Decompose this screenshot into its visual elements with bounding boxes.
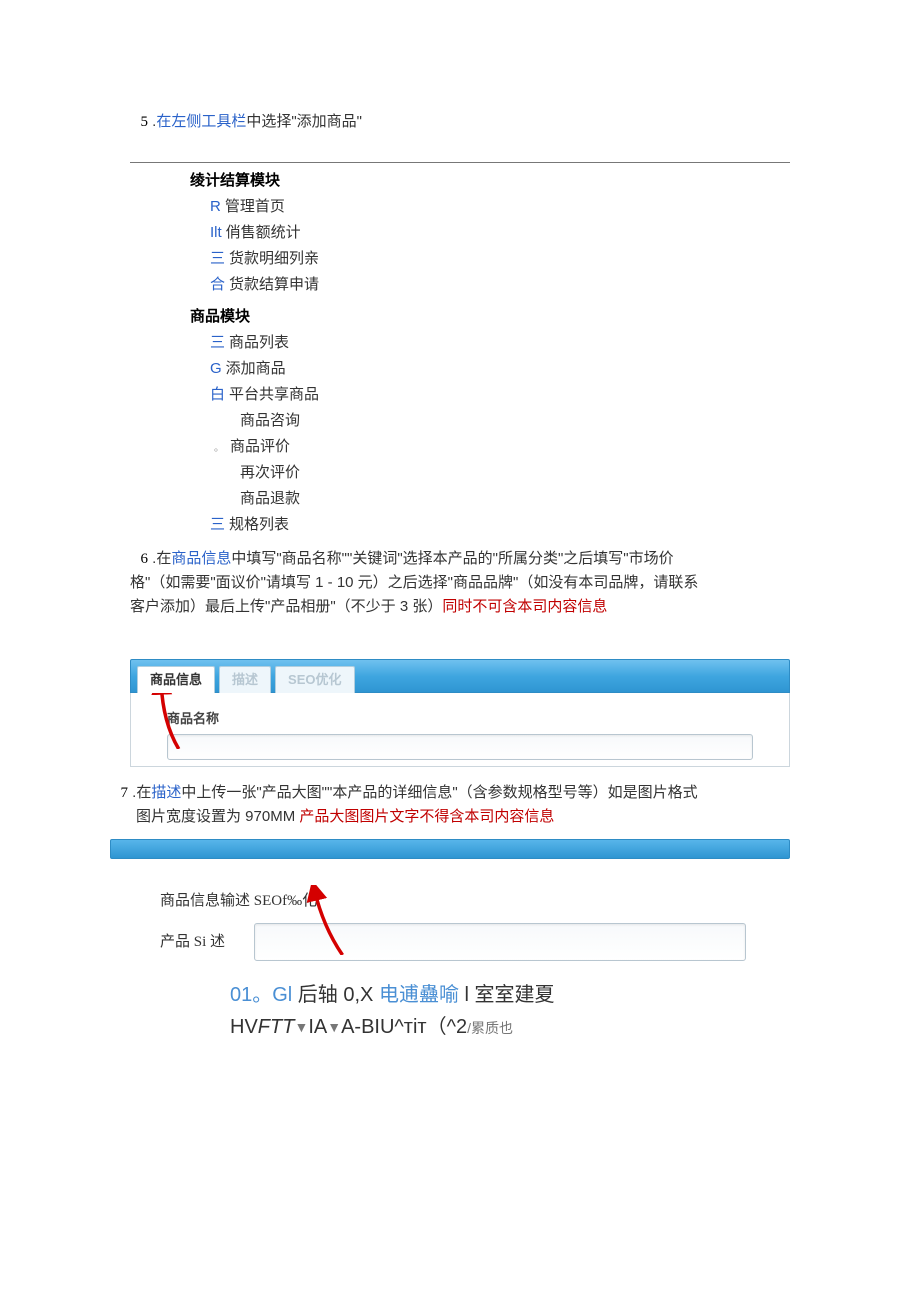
product-info-tabs: 商品信息 描述 SEO优化 商品名称	[130, 659, 790, 767]
sidebar-item-label: 货款明细列亲	[229, 250, 319, 267]
sidebar-item-label: 商品评价	[230, 438, 290, 455]
sidebar-item-add-product[interactable]: G添加商品	[190, 357, 790, 381]
dropdown-icon: ▼	[327, 1019, 341, 1035]
step-7-number: 7	[110, 781, 128, 805]
menu-icon: Ilt	[210, 224, 222, 241]
sidebar-subitem-consult[interactable]: 商品咨询	[190, 409, 790, 433]
sidebar-group-title: 绫计结算模块	[190, 169, 790, 193]
sidebar-item-admin-home[interactable]: R管理首页	[190, 195, 790, 219]
dropdown-icon: ▼	[294, 1019, 308, 1035]
step-5-number: 5	[130, 110, 148, 134]
sidebar-item-label: 货款结算申请	[229, 276, 319, 293]
tabs-bar: 商品信息 描述 SEO优化	[130, 659, 790, 693]
menu-icon: 三	[210, 516, 225, 533]
tab-seo[interactable]: SEO优化	[275, 666, 354, 693]
tab-description[interactable]: 描述	[219, 666, 271, 693]
step-7: 7 .在描述中上传一张"产品大图""本产品的详细信息"（含参数规格型号等）如是图…	[110, 781, 790, 829]
toolbar-text: 后轴 0,X	[292, 984, 379, 1006]
product-desc-label: 产品 Si 述	[160, 930, 250, 954]
sidebar-item-product-list[interactable]: 三商品列表	[190, 331, 790, 355]
sidebar-subitem-review[interactable]: 。商品评价	[190, 435, 790, 459]
sidebar-item-label: 添加商品	[226, 360, 286, 377]
sidebar-subitem-refund[interactable]: 商品退款	[190, 487, 790, 511]
toolbar-text: IU^тiт	[374, 1016, 426, 1038]
sidebar-item-label: 俏售额统计	[226, 224, 301, 241]
sidebar-item-label: 管理首页	[225, 198, 285, 215]
menu-icon: 合	[210, 276, 225, 293]
sidebar-item-settlement-apply[interactable]: 合货款结算申请	[190, 273, 790, 297]
sidebar-item-label: 再次评价	[240, 464, 300, 481]
toolbar-text: l 室室建夏	[459, 984, 555, 1006]
toolbar-text-italic: FTT	[258, 1016, 295, 1038]
toolbar-text: IA	[308, 1016, 327, 1038]
step-6-number: 6	[130, 547, 148, 571]
blue-header-bar	[110, 839, 790, 859]
step-6-warning: 同时不可含本司内容信息	[442, 598, 607, 615]
sidebar-group-title: 商品模块	[190, 305, 790, 329]
step-7-warning: 产品大图图片文字不得含本司内容信息	[299, 808, 554, 825]
sidebar-screenshot: 绫计结算模块 R管理首页 Ilt俏售额统计 三货款明细列亲 合货款结算申请 商品…	[130, 169, 790, 537]
menu-icon: R	[210, 198, 221, 215]
menu-icon: 白	[210, 386, 225, 403]
menu-icon: 三	[210, 250, 225, 267]
sidebar-item-label: 平台共享商品	[229, 386, 319, 403]
toolbar-text: 电逋蠱喻	[379, 984, 459, 1006]
step-5: 5 .在左侧工具栏中选择"添加商品"	[130, 110, 790, 134]
product-name-label: 商品名称	[167, 709, 775, 730]
toolbar-text: （^2	[427, 1016, 468, 1038]
menu-icon: 三	[210, 334, 225, 351]
toolbar-text: /累质也	[467, 1020, 513, 1036]
rich-text-toolbar: 01。Gl 后轴 0,X 电逋蠱喻 l 室室建夏 HVFTT▼IA▼A-BIU^…	[230, 979, 790, 1043]
sidebar-item-label: 商品列表	[229, 334, 289, 351]
sidebar-item-spec-list[interactable]: 三规格列表	[190, 513, 790, 537]
tab-product-info[interactable]: 商品信息	[137, 666, 215, 693]
editor-area: 产品 Si 述	[160, 923, 790, 961]
step-7-link: 描述	[151, 784, 181, 801]
editor-tabs-text: 商品信息输述 SEOf‰化	[160, 889, 790, 913]
arrow-annotation-icon	[290, 885, 360, 955]
toolbar-text: HV	[230, 1016, 258, 1038]
divider	[130, 162, 790, 163]
sidebar-subitem-re-review[interactable]: 再次评价	[190, 461, 790, 485]
toolbar-text: 01。Gl	[230, 984, 292, 1006]
sidebar-item-payment-detail[interactable]: 三货款明细列亲	[190, 247, 790, 271]
sidebar-item-label: 商品咨询	[240, 412, 300, 429]
menu-icon: G	[210, 360, 222, 377]
step-6: 6 .在商品信息中填写"商品名称""关键词"选择本产品的"所属分类"之后填写"市…	[130, 547, 790, 619]
sidebar-item-label: 规格列表	[229, 516, 289, 533]
sidebar-item-platform-share[interactable]: 白平台共享商品	[190, 383, 790, 407]
sidebar-item-label: 商品退款	[240, 490, 300, 507]
step-6-link: 商品信息	[171, 550, 231, 567]
bullet-icon: 。	[214, 443, 224, 454]
sidebar-item-sales-stats[interactable]: Ilt 俏售额统计	[190, 221, 790, 245]
step-5-link: 在左侧工具栏	[156, 113, 246, 130]
product-name-input[interactable]	[167, 734, 753, 760]
toolbar-text: A-B	[341, 1016, 374, 1038]
